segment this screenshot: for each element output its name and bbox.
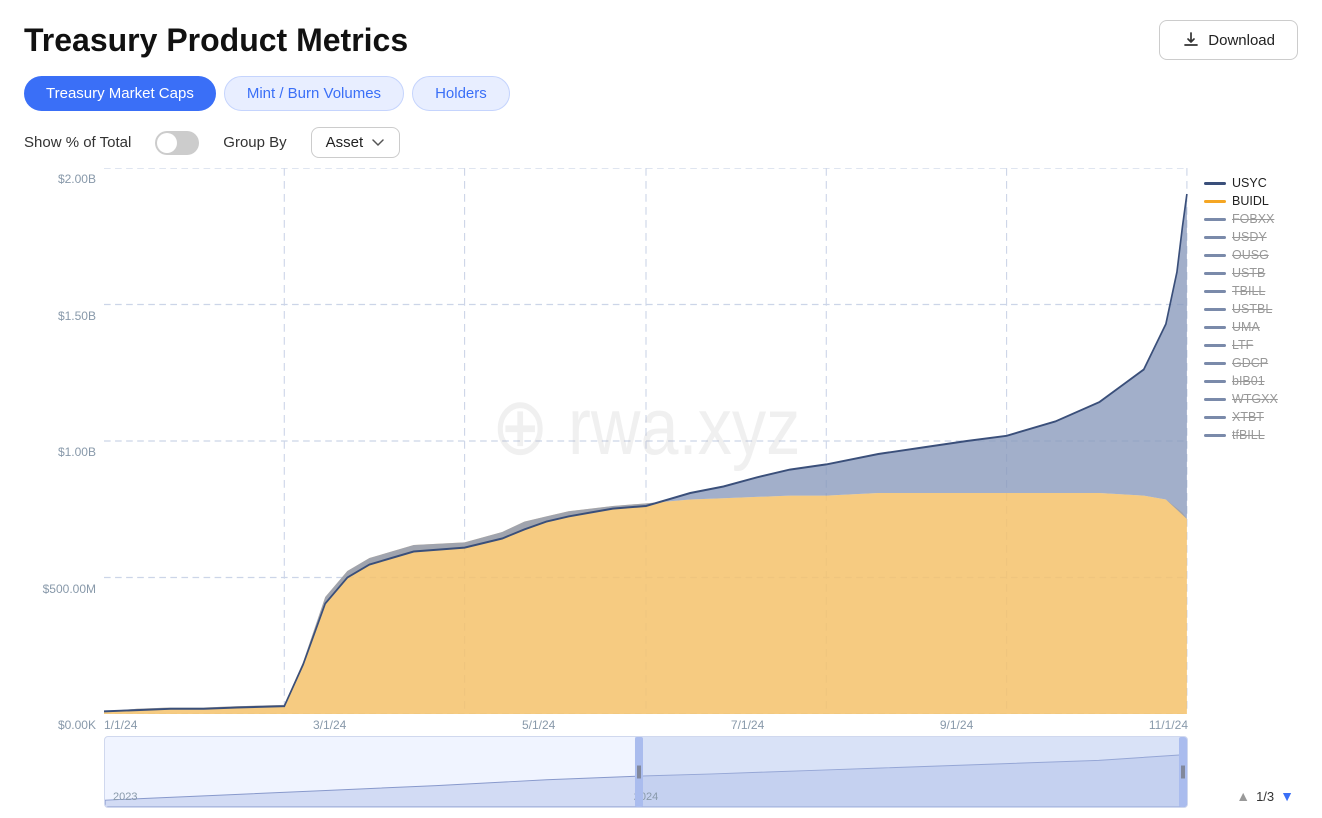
x-axis-label-0: 1/1/24 <box>104 718 137 732</box>
mini-handle-right[interactable] <box>1179 737 1187 807</box>
legend-item-USYC[interactable]: USYC <box>1204 176 1298 190</box>
legend-item-USDY[interactable]: USDY <box>1204 230 1298 244</box>
legend-item-TBILL[interactable]: TBILL <box>1204 284 1298 298</box>
legend-label-GDCP: GDCP <box>1232 356 1268 370</box>
main-chart: ⊕ rwa.xyz <box>104 168 1188 714</box>
chart-legend: USYC BUIDL FOBXX USDY OUSG USTB TBILL USTBL UMA L… <box>1188 168 1298 732</box>
legend-item-XTBT[interactable]: XTBT <box>1204 410 1298 424</box>
y-axis-label-1: $500.00M <box>43 582 96 596</box>
page-indicator: 1/3 <box>1256 789 1274 804</box>
mini-chart[interactable]: 2023 2024 <box>104 736 1188 808</box>
legend-label-BUIDL: BUIDL <box>1232 194 1269 208</box>
legend-label-bIB01: bIB01 <box>1232 374 1265 388</box>
legend-label-tfBILL: tfBILL <box>1232 428 1265 442</box>
legend-item-OUSG[interactable]: OUSG <box>1204 248 1298 262</box>
page-next-arrow[interactable]: ▼ <box>1280 788 1294 804</box>
show-pct-label: Show % of Total <box>24 134 131 151</box>
x-axis-label-5: 11/1/24 <box>1149 718 1188 732</box>
chevron-down-icon <box>371 136 385 150</box>
legend-label-USTB: USTB <box>1232 266 1265 280</box>
legend-label-WTGXX: WTGXX <box>1232 392 1278 406</box>
mini-label-2023: 2023 <box>113 791 137 803</box>
tab-holders[interactable]: Holders <box>412 76 510 111</box>
legend-item-BUIDL[interactable]: BUIDL <box>1204 194 1298 208</box>
legend-item-bIB01[interactable]: bIB01 <box>1204 374 1298 388</box>
x-axis-label-1: 3/1/24 <box>313 718 346 732</box>
legend-label-LTF: LTF <box>1232 338 1253 352</box>
x-axis: 1/1/24 3/1/24 5/1/24 7/1/24 9/1/24 11/1/… <box>104 714 1188 732</box>
download-button[interactable]: Download <box>1159 20 1298 60</box>
download-icon <box>1182 31 1200 49</box>
legend-label-XTBT: XTBT <box>1232 410 1264 424</box>
legend-label-USDY: USDY <box>1232 230 1267 244</box>
group-by-label: Group By <box>223 134 286 151</box>
legend-item-GDCP[interactable]: GDCP <box>1204 356 1298 370</box>
legend-label-FOBXX: FOBXX <box>1232 212 1274 226</box>
legend-item-USTBL[interactable]: USTBL <box>1204 302 1298 316</box>
tab-mint-burn-volumes[interactable]: Mint / Burn Volumes <box>224 76 404 111</box>
tab-treasury-market-caps[interactable]: Treasury Market Caps <box>24 76 216 111</box>
legend-item-UMA[interactable]: UMA <box>1204 320 1298 334</box>
legend-item-WTGXX[interactable]: WTGXX <box>1204 392 1298 406</box>
legend-label-TBILL: TBILL <box>1232 284 1265 298</box>
legend-label-UMA: UMA <box>1232 320 1260 334</box>
y-axis-label-0: $0.00K <box>58 718 96 732</box>
legend-item-tfBILL[interactable]: tfBILL <box>1204 428 1298 442</box>
y-axis-label-4: $2.00B <box>58 172 96 186</box>
mini-handle-left[interactable] <box>635 737 643 807</box>
legend-label-USYC: USYC <box>1232 176 1267 190</box>
x-axis-label-2: 5/1/24 <box>522 718 555 732</box>
show-pct-toggle[interactable] <box>155 131 199 155</box>
y-axis: $2.00B $1.50B $1.00B $500.00M $0.00K <box>24 168 104 732</box>
legend-label-USTBL: USTBL <box>1232 302 1272 316</box>
legend-item-LTF[interactable]: LTF <box>1204 338 1298 352</box>
page-title: Treasury Product Metrics <box>24 22 408 59</box>
page-prev-arrow[interactable]: ▲ <box>1236 788 1250 804</box>
group-by-select[interactable]: Asset <box>311 127 401 158</box>
legend-item-USTB[interactable]: USTB <box>1204 266 1298 280</box>
x-axis-label-4: 9/1/24 <box>940 718 973 732</box>
y-axis-label-3: $1.50B <box>58 309 96 323</box>
y-axis-label-2: $1.00B <box>58 445 96 459</box>
legend-item-FOBXX[interactable]: FOBXX <box>1204 212 1298 226</box>
legend-label-OUSG: OUSG <box>1232 248 1269 262</box>
svg-text:⊕ rwa.xyz: ⊕ rwa.xyz <box>492 381 801 471</box>
tabs-row: Treasury Market Caps Mint / Burn Volumes… <box>24 76 1298 111</box>
x-axis-label-3: 7/1/24 <box>731 718 764 732</box>
